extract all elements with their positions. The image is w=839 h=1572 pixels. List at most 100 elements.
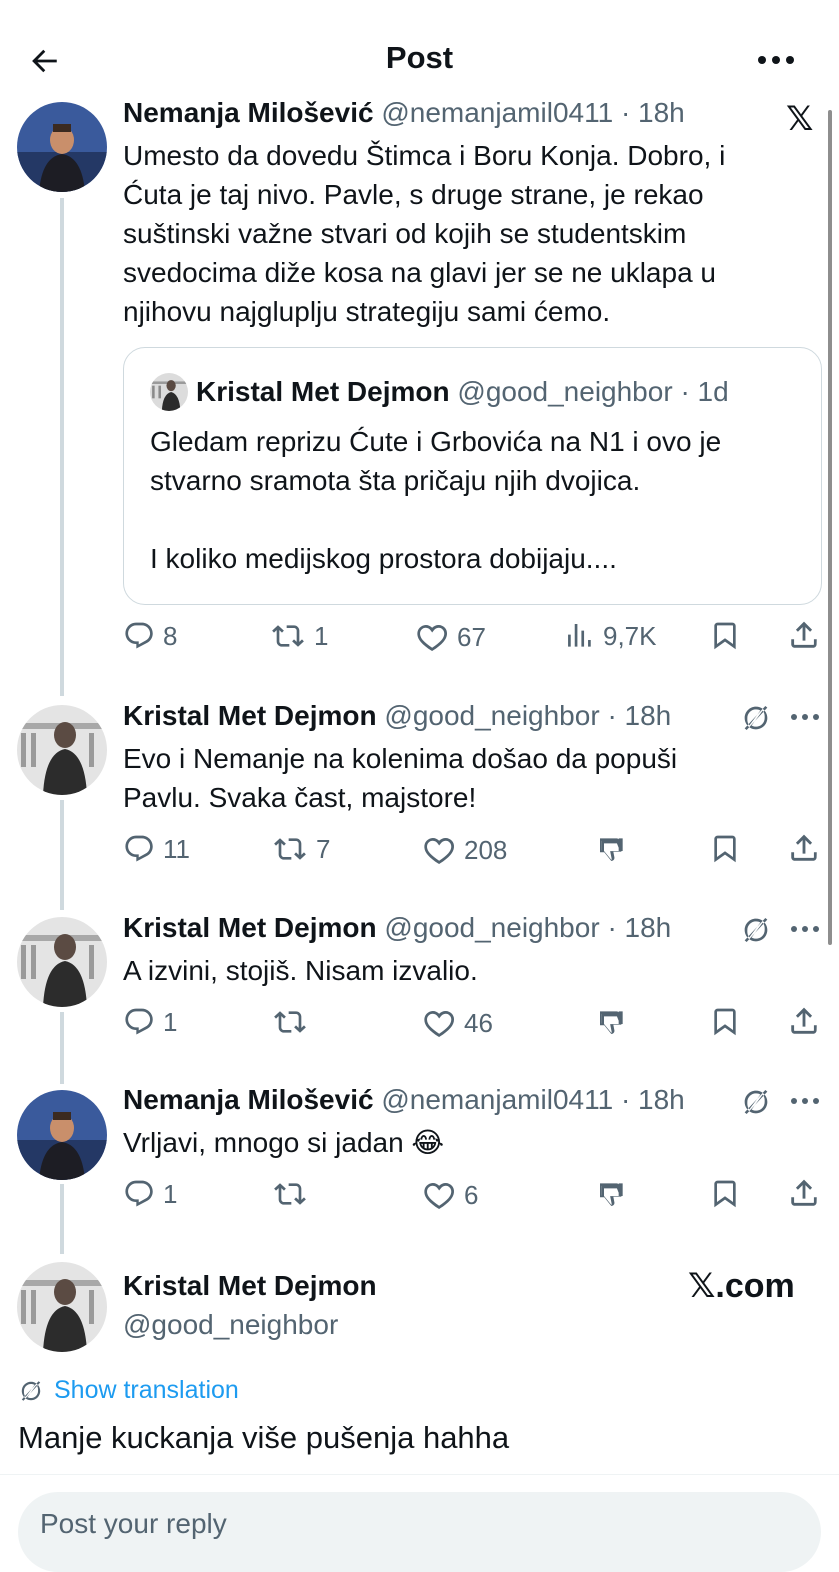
- bookmark-icon: [709, 833, 741, 865]
- reply-button[interactable]: 1: [123, 1006, 177, 1038]
- translate-icon: [18, 1378, 44, 1404]
- author-handle[interactable]: @nemanjamil0411: [381, 97, 613, 128]
- author-handle[interactable]: @good_neighbor: [123, 1309, 338, 1341]
- reply-button[interactable]: 11: [123, 833, 190, 865]
- heart-icon: [422, 1178, 456, 1212]
- bookmark-icon: [709, 620, 741, 652]
- share-button[interactable]: [787, 1176, 821, 1210]
- quote-author-handle: @good_neighbor: [457, 376, 673, 407]
- repost-button[interactable]: [272, 1178, 316, 1210]
- repost-button[interactable]: [272, 1006, 316, 1038]
- heart-icon: [422, 1006, 456, 1040]
- share-button[interactable]: [787, 831, 821, 865]
- post-text: Evo i Nemanje na kolenima došao da popuš…: [123, 743, 678, 813]
- share-icon: [787, 831, 821, 865]
- like-button[interactable]: 6: [422, 1178, 478, 1212]
- translate-icon[interactable]: [740, 702, 772, 734]
- quote-text: Gledam reprizu Ćute i Grbovića na N1 i o…: [150, 426, 722, 574]
- reply-icon: [123, 1006, 155, 1038]
- like-button[interactable]: 46: [422, 1006, 493, 1040]
- bookmark-icon: [709, 1178, 741, 1210]
- avatar[interactable]: [17, 1262, 107, 1352]
- avatar[interactable]: [17, 102, 107, 192]
- share-button[interactable]: [787, 1004, 821, 1038]
- show-translation-link[interactable]: Show translation: [18, 1376, 239, 1405]
- share-icon: [787, 1176, 821, 1210]
- reply-placeholder: Post your reply: [40, 1508, 227, 1539]
- timestamp[interactable]: · 18h: [607, 912, 671, 943]
- bookmark-icon: [709, 1006, 741, 1038]
- timestamp[interactable]: · 18h: [607, 700, 671, 731]
- author-name[interactable]: Kristal Met Dejmon: [123, 912, 377, 943]
- reply-button[interactable]: 8: [123, 620, 177, 652]
- more-options-icon[interactable]: [756, 52, 796, 68]
- views-button[interactable]: 9,7K: [563, 620, 657, 652]
- repost-icon: [270, 620, 306, 652]
- reply-icon: [123, 620, 155, 652]
- scrollbar[interactable]: [828, 110, 832, 945]
- thread-line: [60, 1012, 64, 1084]
- repost-icon: [272, 833, 308, 865]
- translate-icon[interactable]: [740, 1086, 772, 1118]
- quote-timestamp: · 1d: [680, 376, 729, 407]
- bookmark-button[interactable]: [709, 1178, 741, 1210]
- reply-button[interactable]: 1: [123, 1178, 177, 1210]
- like-button[interactable]: 208: [422, 833, 507, 867]
- repost-icon: [272, 1178, 308, 1210]
- post-header: Nemanja Milošević @nemanjamil0411 · 18h: [123, 97, 685, 129]
- author-name[interactable]: Kristal Met Dejmon: [123, 700, 377, 731]
- share-icon: [787, 618, 821, 652]
- author-name[interactable]: Kristal Met Dejmon: [123, 1270, 377, 1302]
- quote-avatar: [150, 373, 188, 411]
- bookmark-button[interactable]: [709, 620, 741, 652]
- post-text: Vrljavi, mnogo si jadan 😂: [123, 1127, 445, 1158]
- translate-icon[interactable]: [740, 914, 772, 946]
- reply-icon: [123, 833, 155, 865]
- focused-post-text: Manje kuckanja više pušenja hahha: [18, 1420, 510, 1455]
- timestamp[interactable]: · 18h: [621, 1084, 685, 1115]
- bookmark-button[interactable]: [709, 1006, 741, 1038]
- avatar[interactable]: [17, 705, 107, 795]
- repost-button[interactable]: 7: [272, 833, 330, 865]
- divider: [0, 1474, 839, 1475]
- x-logo-icon: 𝕏: [786, 100, 814, 138]
- post-header: Nemanja Milošević @nemanjamil0411 · 18h: [123, 1084, 685, 1116]
- downvote-button[interactable]: [596, 1006, 628, 1038]
- page-title: Post: [385, 40, 454, 75]
- author-name[interactable]: Nemanja Milošević: [123, 97, 374, 128]
- post-text: A izvini, stojiš. Nisam izvalio.: [123, 955, 478, 986]
- views-icon: [563, 620, 595, 652]
- thread-line: [60, 198, 64, 696]
- share-button[interactable]: [787, 618, 821, 652]
- more-options-icon[interactable]: [790, 925, 820, 933]
- timestamp[interactable]: · 18h: [621, 97, 685, 128]
- avatar[interactable]: [17, 1090, 107, 1180]
- bookmark-button[interactable]: [709, 833, 741, 865]
- repost-icon: [272, 1006, 308, 1038]
- share-icon: [787, 1004, 821, 1038]
- thumbs-down-icon: [596, 1006, 628, 1038]
- heart-icon: [422, 833, 456, 867]
- author-handle[interactable]: @good_neighbor: [384, 912, 599, 943]
- avatar[interactable]: [17, 917, 107, 1007]
- heart-icon: [415, 620, 449, 654]
- quote-header: Kristal Met Dejmon @good_neighbor · 1d: [196, 376, 729, 408]
- reply-icon: [123, 1178, 155, 1210]
- more-options-icon[interactable]: [790, 1097, 820, 1105]
- downvote-button[interactable]: [596, 1178, 628, 1210]
- repost-button[interactable]: 1: [270, 620, 328, 652]
- post-header: Kristal Met Dejmon @good_neighbor · 18h: [123, 912, 671, 944]
- more-options-icon[interactable]: [790, 713, 820, 721]
- thumbs-down-icon: [596, 1178, 628, 1210]
- thread-line: [60, 800, 64, 910]
- xcom-watermark: 𝕏.com: [688, 1267, 795, 1305]
- thumbs-down-icon: [596, 833, 628, 865]
- author-name[interactable]: Nemanja Milošević: [123, 1084, 374, 1115]
- author-handle[interactable]: @good_neighbor: [384, 700, 599, 731]
- like-button[interactable]: 67: [415, 620, 486, 654]
- post-text: Umesto da dovedu Štimca i Boru Konja. Do…: [123, 140, 726, 327]
- quote-author-name: Kristal Met Dejmon: [196, 376, 450, 407]
- author-handle[interactable]: @nemanjamil0411: [381, 1084, 613, 1115]
- post-header: Kristal Met Dejmon @good_neighbor · 18h: [123, 700, 671, 732]
- downvote-button[interactable]: [596, 833, 628, 865]
